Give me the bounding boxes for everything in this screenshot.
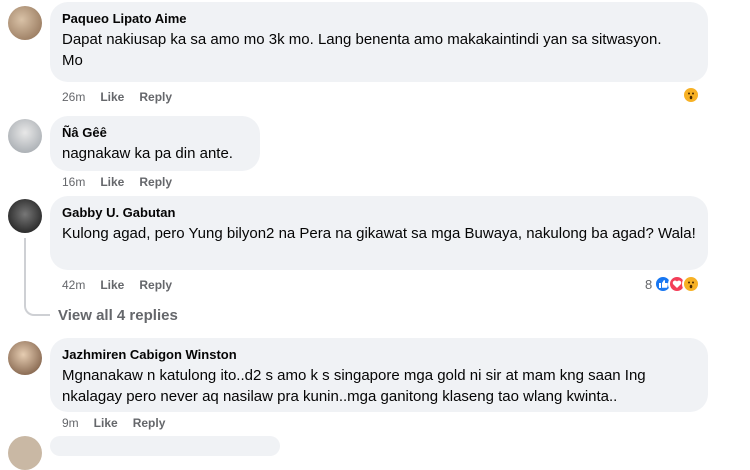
- comment-text: nagnakaw ka pa din ante.: [62, 145, 233, 162]
- reply-button[interactable]: Reply: [133, 415, 166, 431]
- comment-time[interactable]: 16m: [62, 174, 85, 190]
- avatar[interactable]: [8, 341, 42, 375]
- reaction-count: 8: [645, 276, 653, 292]
- like-button[interactable]: Like: [94, 415, 118, 431]
- comment-author[interactable]: Ñâ Gêê: [62, 124, 248, 141]
- like-button[interactable]: Like: [100, 89, 124, 105]
- comment-text: Kulong agad, pero Yung bilyon2 na Pera n…: [62, 225, 696, 242]
- avatar[interactable]: [8, 6, 42, 40]
- comment-bubble-partial: [50, 436, 280, 456]
- comment-text: Mgnanakaw n katulong ito..d2 s amo k s s…: [62, 367, 646, 405]
- reactions-summary[interactable]: 8: [645, 275, 701, 293]
- avatar[interactable]: [8, 199, 42, 233]
- comment-bubble: Gabby U. Gabutan Kulong agad, pero Yung …: [50, 196, 708, 270]
- comment-bubble: Jazhmiren Cabigon Winston Mgnanakaw n ka…: [50, 338, 708, 412]
- comment-time[interactable]: 26m: [62, 89, 85, 105]
- reply-button[interactable]: Reply: [139, 174, 172, 190]
- avatar[interactable]: [8, 119, 42, 153]
- comment-text: Dapat nakiusap ka sa amo mo 3k mo. Lang …: [62, 31, 662, 69]
- comment-actions: 26m Like Reply: [62, 89, 172, 105]
- comment-bubble: Paqueo Lipato Aime Dapat nakiusap ka sa …: [50, 2, 708, 82]
- comment-actions: 9m Like Reply: [62, 415, 165, 431]
- reply-button[interactable]: Reply: [139, 277, 172, 293]
- wow-reaction-icon: [682, 275, 701, 293]
- comment-actions: 42m Like Reply: [62, 277, 172, 293]
- reply-button[interactable]: Reply: [139, 89, 172, 105]
- comment-author[interactable]: Jazhmiren Cabigon Winston: [62, 346, 696, 363]
- comment-time[interactable]: 42m: [62, 277, 85, 293]
- wow-reaction-icon: [682, 86, 700, 104]
- like-button[interactable]: Like: [100, 277, 124, 293]
- comment-actions: 16m Like Reply: [62, 174, 172, 190]
- view-replies-link[interactable]: View all 4 replies: [58, 307, 178, 324]
- comment-author[interactable]: Paqueo Lipato Aime: [62, 10, 696, 27]
- like-button[interactable]: Like: [100, 174, 124, 190]
- comment-author[interactable]: Gabby U. Gabutan: [62, 204, 696, 221]
- reactions-summary[interactable]: [682, 86, 700, 104]
- avatar[interactable]: [8, 436, 42, 470]
- comment-time[interactable]: 9m: [62, 415, 79, 431]
- comment-bubble: Ñâ Gêê nagnakaw ka pa din ante.: [50, 116, 260, 171]
- reply-thread-line: [24, 238, 50, 316]
